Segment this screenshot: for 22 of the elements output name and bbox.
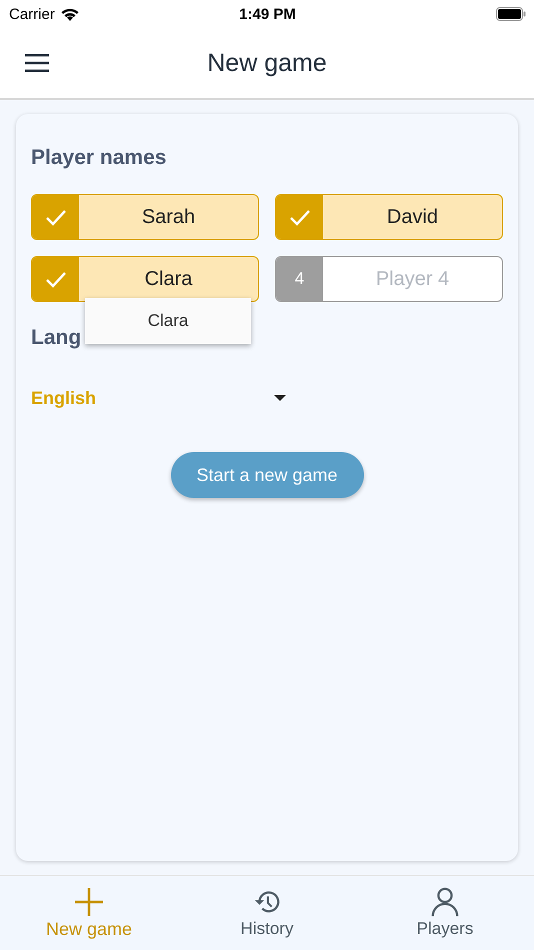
player-number: 4: [294, 269, 304, 289]
player-name-field[interactable]: Sarah: [31, 194, 259, 240]
nav-tab[interactable]: Players: [356, 876, 534, 950]
name-input[interactable]: Clara: [79, 257, 258, 301]
section-heading: Lang: [31, 326, 82, 350]
plus-icon: [74, 886, 104, 916]
battery-icon: [496, 7, 526, 21]
name-input[interactable]: David: [323, 195, 502, 239]
suggestion-item[interactable]: Clara: [85, 298, 251, 344]
name-input[interactable]: Player 4: [323, 257, 502, 301]
nav-tab[interactable]: History: [178, 876, 356, 950]
wifi-icon: [60, 6, 80, 22]
section-heading: Player names: [31, 146, 166, 170]
menu-icon[interactable]: [25, 54, 49, 72]
player-name-field[interactable]: Clara: [31, 256, 259, 302]
carrier-label: Carrier: [9, 6, 55, 22]
clock-time: 1:49 PM: [239, 6, 296, 22]
caret-icon: [274, 395, 286, 401]
person-icon: [430, 887, 460, 917]
name-input[interactable]: Sarah: [79, 195, 258, 239]
app-title: New game: [206, 48, 328, 78]
player-name-field[interactable]: David: [275, 194, 503, 240]
